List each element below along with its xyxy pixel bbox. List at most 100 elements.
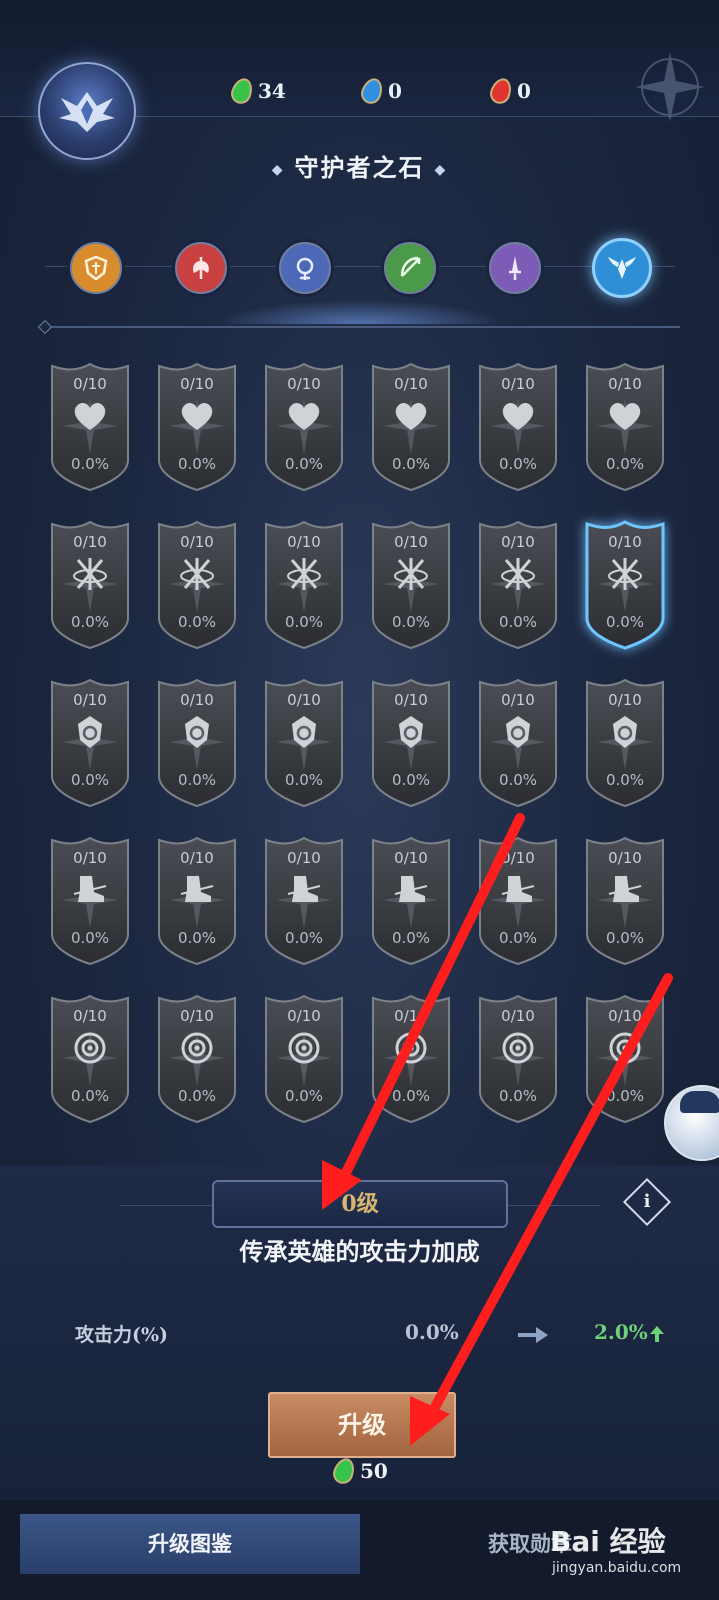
badge-level: 0/10: [180, 691, 214, 709]
class-tabs-rail: [45, 266, 675, 267]
stone-badge[interactable]: 0/10 0.0%: [50, 678, 130, 808]
crossed-swords-icon: [608, 558, 642, 590]
badge-level: 0/10: [180, 1007, 214, 1025]
stone-description: 传承英雄的攻击力加成: [239, 1237, 480, 1266]
stone-badge[interactable]: 0/10 0.0%: [157, 362, 237, 492]
target-icon: [288, 1032, 320, 1064]
badge-level: 0/10: [180, 849, 214, 867]
stat-label: 攻击力(%): [75, 1324, 169, 1346]
stone-badge[interactable]: 0/10 0.0%: [478, 836, 558, 966]
stone-badge[interactable]: 0/10 0.0%: [585, 836, 665, 966]
badge-level: 0/10: [287, 849, 321, 867]
boot-icon: [501, 876, 535, 902]
badge-percent: 0.0%: [498, 613, 538, 631]
active-tab-glow: [215, 300, 505, 324]
badge-level: 0/10: [501, 375, 535, 393]
stone-badge[interactable]: 0/10 0.0%: [157, 520, 237, 650]
class-tab-axe[interactable]: [175, 242, 227, 294]
badge-level: 0/10: [394, 849, 428, 867]
tab-upgrade-codex[interactable]: 升级图鉴: [20, 1514, 360, 1574]
stone-badge[interactable]: 0/10 0.0%: [371, 994, 451, 1124]
stone-badge[interactable]: 0/10 0.0%: [157, 678, 237, 808]
badge-level: 0/10: [180, 375, 214, 393]
stone-badge[interactable]: 0/10 0.0%: [585, 520, 665, 650]
crossed-swords-icon: [73, 558, 107, 590]
badge-percent: 0.0%: [284, 613, 324, 631]
badge-percent: 0.0%: [70, 929, 110, 947]
upgrade-button[interactable]: 升级: [268, 1392, 456, 1458]
stone-badge[interactable]: 0/10 0.0%: [478, 520, 558, 650]
stone-badge[interactable]: 0/10 0.0%: [371, 520, 451, 650]
badge-percent: 0.0%: [70, 455, 110, 473]
watermark-main: Bai 经验: [550, 1525, 666, 1558]
badge-level: 0/10: [501, 691, 535, 709]
stone-badge[interactable]: 0/10 0.0%: [50, 836, 130, 966]
badge-level: 0/10: [608, 691, 642, 709]
stone-badge[interactable]: 0/10 0.0%: [585, 994, 665, 1124]
heart-icon: [502, 402, 534, 430]
stone-badge[interactable]: 0/10 0.0%: [264, 362, 344, 492]
badge-percent: 0.0%: [498, 1087, 538, 1105]
badge-percent: 0.0%: [498, 455, 538, 473]
stone-badge[interactable]: 0/10 0.0%: [585, 362, 665, 492]
stone-badge[interactable]: 0/10 0.0%: [264, 836, 344, 966]
boot-icon: [608, 876, 642, 902]
page-title: 守护者之石: [294, 153, 425, 182]
badge-level: 0/10: [180, 533, 214, 551]
crossed-swords-icon: [394, 558, 428, 590]
badge-percent: 0.0%: [284, 455, 324, 473]
class-tab-mage[interactable]: [279, 242, 331, 294]
target-icon: [502, 1032, 534, 1064]
badge-percent: 0.0%: [177, 929, 217, 947]
stone-badge[interactable]: 0/10 0.0%: [371, 678, 451, 808]
heart-icon: [181, 402, 213, 430]
stone-badge[interactable]: 0/10 0.0%: [585, 678, 665, 808]
stone-badge[interactable]: 0/10 0.0%: [371, 362, 451, 492]
badge-level: 0/10: [394, 691, 428, 709]
badge-level: 0/10: [73, 533, 107, 551]
level-label: 0级: [341, 1191, 379, 1217]
target-icon: [395, 1032, 427, 1064]
currency-red-value: 0: [517, 79, 531, 103]
badge-percent: 0.0%: [177, 613, 217, 631]
badge-percent: 0.0%: [605, 455, 645, 473]
stone-badge[interactable]: 0/10 0.0%: [50, 362, 130, 492]
badge-percent: 0.0%: [391, 613, 431, 631]
green-gem-icon: [330, 1455, 358, 1487]
badge-level: 0/10: [394, 1007, 428, 1025]
stone-badge[interactable]: 0/10 0.0%: [478, 362, 558, 492]
class-tab-dagger[interactable]: [489, 242, 541, 294]
boot-icon: [180, 876, 214, 902]
upgrade-cost-value: 50: [360, 1459, 388, 1483]
badge-level: 0/10: [501, 1007, 535, 1025]
badge-percent: 0.0%: [605, 1087, 645, 1105]
guardian-emblem-button[interactable]: [38, 62, 136, 160]
class-tab-shield[interactable]: [70, 242, 122, 294]
stone-badge[interactable]: 0/10 0.0%: [50, 520, 130, 650]
target-icon: [609, 1032, 641, 1064]
stone-badge[interactable]: 0/10 0.0%: [264, 678, 344, 808]
stone-badge[interactable]: 0/10 0.0%: [157, 836, 237, 966]
stone-badge[interactable]: 0/10 0.0%: [478, 678, 558, 808]
stone-badge[interactable]: 0/10 0.0%: [50, 994, 130, 1124]
badge-percent: 0.0%: [284, 1087, 324, 1105]
class-tab-bow[interactable]: [384, 242, 436, 294]
crest-icon: [185, 716, 209, 748]
badge-percent: 0.0%: [391, 455, 431, 473]
upgrade-cost: 50: [330, 1455, 388, 1487]
stone-badge[interactable]: 0/10 0.0%: [157, 994, 237, 1124]
stone-badge[interactable]: 0/10 0.0%: [478, 994, 558, 1124]
crossed-swords-icon: [501, 558, 535, 590]
stone-badge[interactable]: 0/10 0.0%: [264, 994, 344, 1124]
badge-level: 0/10: [394, 533, 428, 551]
badge-level: 0/10: [608, 1007, 642, 1025]
wings-emblem-icon: [59, 92, 115, 132]
stone-badge[interactable]: 0/10 0.0%: [264, 520, 344, 650]
badge-level: 0/10: [287, 1007, 321, 1025]
stone-badge[interactable]: 0/10 0.0%: [371, 836, 451, 966]
stat-next-value-row: 2.0%: [594, 1320, 664, 1344]
boot-icon: [287, 876, 321, 902]
watermark-sub: jingyan.baidu.com: [552, 1560, 682, 1576]
crest-icon: [613, 716, 637, 748]
class-tab-wings[interactable]: [592, 238, 652, 298]
